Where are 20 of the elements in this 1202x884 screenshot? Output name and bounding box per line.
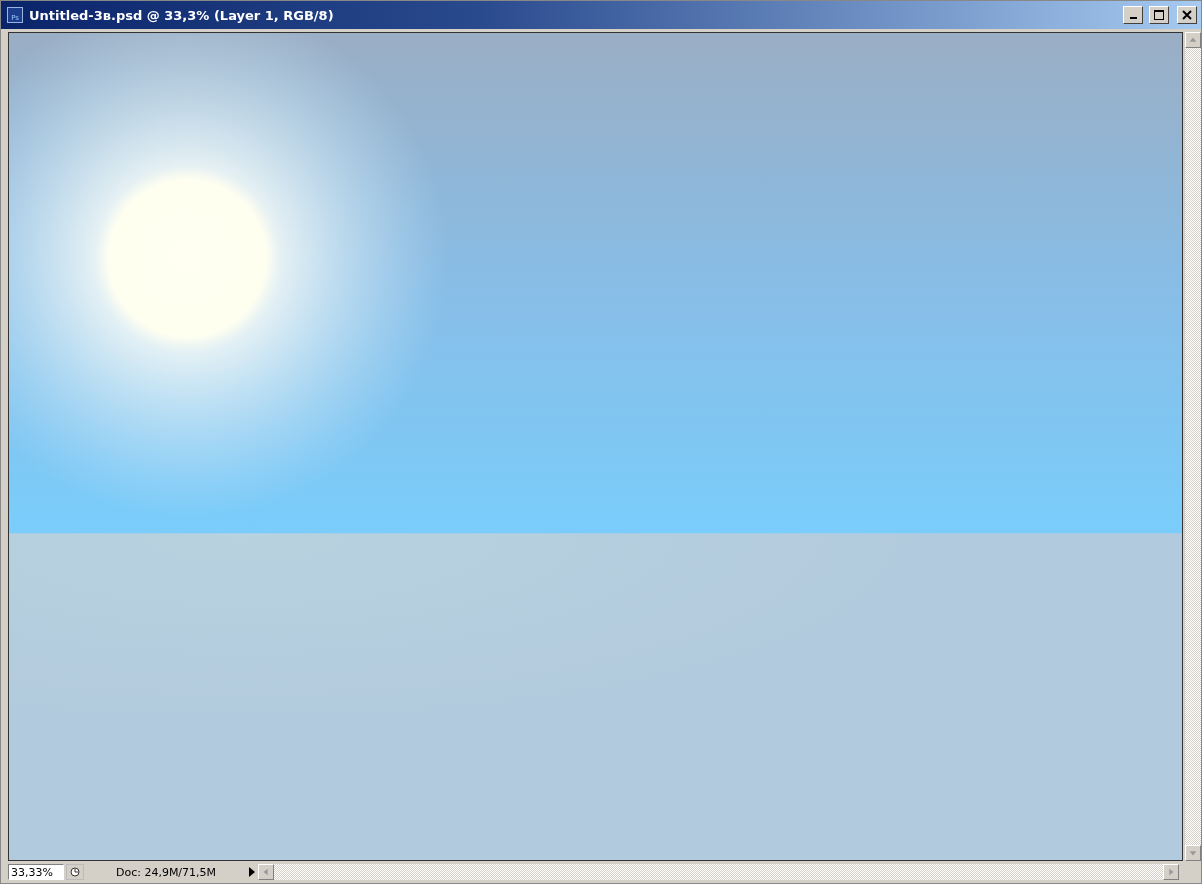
triangle-icon[interactable]	[248, 867, 256, 877]
scroll-arrow-button[interactable]	[1185, 32, 1201, 48]
minimize-button[interactable]	[1123, 6, 1143, 24]
down-arrow-icon	[1188, 848, 1198, 858]
minimize-icon	[1129, 17, 1137, 19]
zoom-field[interactable]: 33,33%	[8, 864, 64, 880]
left-arrow-icon	[261, 867, 271, 877]
up-arrow-icon	[1188, 35, 1198, 45]
status-menu-button[interactable]	[66, 864, 84, 880]
close-icon	[1182, 10, 1192, 20]
scroll-arrow-button[interactable]	[258, 864, 274, 880]
maximize-icon	[1154, 10, 1164, 20]
scroll-arrow-button[interactable]	[1185, 845, 1201, 861]
window-title: Untitled-3в.psd @ 33,3% (Layer 1, RGB/8)	[29, 7, 335, 23]
close-button[interactable]	[1177, 6, 1197, 24]
right-arrow-icon	[1166, 867, 1176, 877]
scroll-arrow-button[interactable]	[1163, 864, 1179, 880]
document-size: Doc: 24,9M/71,5M	[114, 865, 218, 879]
maximize-button[interactable]	[1149, 6, 1169, 24]
clock-icon	[70, 867, 80, 877]
